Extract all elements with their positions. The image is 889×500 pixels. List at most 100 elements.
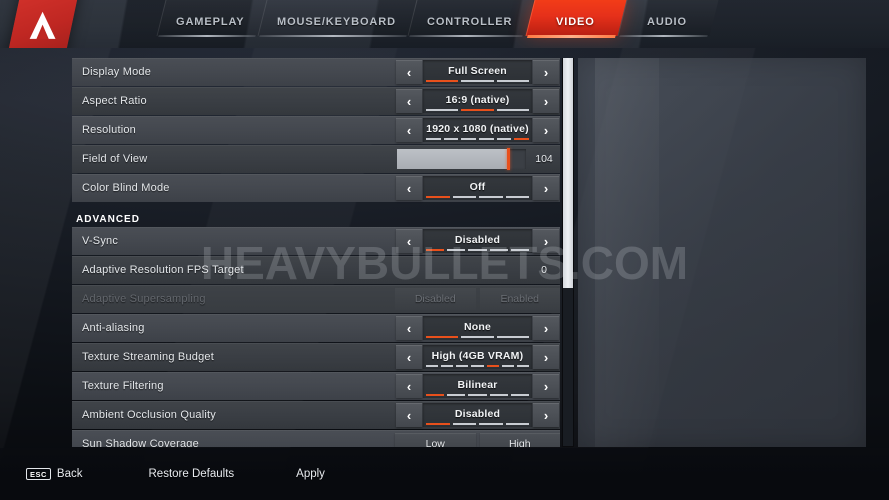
setting-row-field-of-view[interactable]: Field of View 104 — [72, 145, 560, 173]
texture-streaming-budget-value-box[interactable]: High (4GB VRAM) — [423, 345, 532, 369]
restore-defaults-button[interactable]: Restore Defaults — [149, 468, 235, 480]
color-blind-mode-prev-arrow-icon[interactable]: ‹ — [396, 176, 422, 200]
v-sync-control[interactable]: ‹ Disabled › — [395, 227, 560, 255]
ambient-occlusion-quality-value-box[interactable]: Disabled — [423, 403, 532, 427]
setting-row-adaptive-supersampling: Adaptive Supersampling Disabled Enabled — [72, 285, 560, 313]
setting-row-v-sync[interactable]: V-Sync ‹ Disabled › — [72, 227, 560, 255]
anti-aliasing-next-arrow-icon[interactable]: › — [533, 316, 559, 340]
setting-row-texture-filtering[interactable]: Texture Filtering ‹ Bilinear › — [72, 372, 560, 400]
resolution-control[interactable]: ‹ 1920 x 1080 (native) › — [395, 116, 560, 144]
ambient-occlusion-quality-next-arrow-icon[interactable]: › — [533, 403, 559, 427]
setting-row-color-blind-mode[interactable]: Color Blind Mode ‹ Off › — [72, 174, 560, 202]
ambient-occlusion-quality-prev-arrow-icon[interactable]: ‹ — [396, 403, 422, 427]
tab-audio[interactable]: AUDIO — [615, 0, 718, 44]
restore-defaults-label: Restore Defaults — [148, 468, 235, 480]
setting-label-display-mode: Display Mode — [82, 66, 152, 78]
anti-aliasing-value-box[interactable]: None — [423, 316, 532, 340]
texture-streaming-budget-prev-arrow-icon[interactable]: ‹ — [396, 345, 422, 369]
sun-shadow-coverage-toggle-group[interactable]: Low High — [395, 430, 560, 447]
setting-row-aspect-ratio[interactable]: Aspect Ratio ‹ 16:9 (native) › — [72, 87, 560, 115]
resolution-next-arrow-icon[interactable]: › — [533, 118, 559, 142]
setting-row-display-mode[interactable]: Display Mode ‹ Full Screen › — [72, 58, 560, 86]
settings-scrollbar-track[interactable] — [562, 58, 574, 447]
color-blind-mode-value: Off — [469, 180, 486, 193]
v-sync-prev-arrow-icon[interactable]: ‹ — [396, 229, 422, 253]
setting-row-texture-streaming-budget[interactable]: Texture Streaming Budget ‹ High (4GB VRA… — [72, 343, 560, 371]
aspect-ratio-control[interactable]: ‹ 16:9 (native) › — [395, 87, 560, 115]
adaptive-supersampling-option-disabled: Disabled — [395, 288, 476, 310]
field-of-view-value: 104 — [535, 153, 553, 165]
header-bar: GAMEPLAY MOUSE/KEYBOARD CONTROLLER VIDEO… — [0, 0, 889, 48]
video-settings-list: Display Mode ‹ Full Screen › Aspect Rati… — [72, 58, 560, 447]
footer-bar: ESC Back Restore Defaults Apply — [0, 448, 889, 500]
adaptive-supersampling-option-enabled: Enabled — [479, 288, 560, 310]
v-sync-segments — [426, 249, 530, 251]
display-mode-prev-arrow-icon[interactable]: ‹ — [396, 60, 422, 84]
sun-shadow-coverage-option-low[interactable]: Low — [395, 433, 476, 447]
anti-aliasing-value: None — [463, 320, 492, 333]
color-blind-mode-control[interactable]: ‹ Off › — [395, 174, 560, 202]
settings-tab-bar[interactable]: GAMEPLAY MOUSE/KEYBOARD CONTROLLER VIDEO… — [160, 0, 713, 48]
tab-video[interactable]: VIDEO — [523, 0, 626, 44]
anti-aliasing-prev-arrow-icon[interactable]: ‹ — [396, 316, 422, 340]
setting-label-color-blind-mode: Color Blind Mode — [82, 182, 170, 194]
v-sync-value-box[interactable]: Disabled — [423, 229, 532, 253]
tab-gameplay[interactable]: GAMEPLAY — [155, 0, 267, 44]
setting-label-texture-streaming-budget: Texture Streaming Budget — [82, 351, 214, 363]
setting-label-field-of-view: Field of View — [82, 153, 148, 165]
setting-label-v-sync: V-Sync — [82, 235, 119, 247]
field-of-view-slider[interactable] — [397, 148, 526, 170]
tab-controller-label: CONTROLLER — [427, 16, 513, 28]
settings-scrollbar-thumb[interactable] — [563, 58, 573, 288]
setting-row-sun-shadow-coverage[interactable]: Sun Shadow Coverage Low High — [72, 430, 560, 447]
color-blind-mode-value-box[interactable]: Off — [423, 176, 532, 200]
resolution-value-box[interactable]: 1920 x 1080 (native) — [423, 118, 532, 142]
v-sync-next-arrow-icon[interactable]: › — [533, 229, 559, 253]
aspect-ratio-prev-arrow-icon[interactable]: ‹ — [396, 89, 422, 113]
tab-mouse-keyboard[interactable]: MOUSE/KEYBOARD — [255, 0, 417, 44]
display-mode-next-arrow-icon[interactable]: › — [533, 60, 559, 84]
texture-streaming-budget-control[interactable]: ‹ High (4GB VRAM) › — [395, 343, 560, 371]
aspect-ratio-value-box[interactable]: 16:9 (native) — [423, 89, 532, 113]
apply-button-label: Apply — [296, 468, 325, 480]
setting-row-anti-aliasing[interactable]: Anti-aliasing ‹ None › — [72, 314, 560, 342]
adaptive-resolution-fps-control[interactable]: 0 — [395, 256, 560, 284]
setting-row-adaptive-resolution-fps-target[interactable]: Adaptive Resolution FPS Target 0 — [72, 256, 560, 284]
ambient-occlusion-quality-segments — [426, 423, 529, 425]
sun-shadow-coverage-option-high[interactable]: High — [479, 433, 560, 447]
display-mode-value-box[interactable]: Full Screen — [423, 60, 532, 84]
adaptive-resolution-fps-slider[interactable] — [397, 260, 526, 280]
display-mode-value: Full Screen — [448, 64, 507, 77]
texture-filtering-control[interactable]: ‹ Bilinear › — [395, 372, 560, 400]
display-mode-control[interactable]: ‹ Full Screen › — [395, 58, 560, 86]
ambient-occlusion-quality-control[interactable]: ‹ Disabled › — [395, 401, 560, 429]
setting-label-aspect-ratio: Aspect Ratio — [82, 95, 147, 107]
adaptive-resolution-fps-value: 0 — [541, 264, 547, 276]
aspect-ratio-segments — [426, 109, 529, 111]
section-header-advanced: ADVANCED — [76, 214, 140, 225]
field-of-view-slider-knob[interactable] — [506, 148, 510, 170]
apply-button[interactable]: Apply — [296, 468, 325, 480]
color-blind-mode-next-arrow-icon[interactable]: › — [533, 176, 559, 200]
adaptive-supersampling-toggle-group: Disabled Enabled — [395, 285, 560, 313]
setting-row-resolution[interactable]: Resolution ‹ 1920 x 1080 (native) › — [72, 116, 560, 144]
back-button[interactable]: ESC Back — [26, 468, 83, 480]
aspect-ratio-next-arrow-icon[interactable]: › — [533, 89, 559, 113]
setting-label-ambient-occlusion-quality: Ambient Occlusion Quality — [82, 409, 216, 421]
texture-streaming-budget-next-arrow-icon[interactable]: › — [533, 345, 559, 369]
texture-streaming-budget-segments — [426, 365, 529, 367]
anti-aliasing-control[interactable]: ‹ None › — [395, 314, 560, 342]
tab-controller[interactable]: CONTROLLER — [406, 0, 534, 44]
setting-label-adaptive-resolution-fps-target: Adaptive Resolution FPS Target — [82, 264, 244, 276]
setting-label-texture-filtering: Texture Filtering — [82, 380, 164, 392]
v-sync-value: Disabled — [454, 233, 501, 246]
texture-filtering-prev-arrow-icon[interactable]: ‹ — [396, 374, 422, 398]
setting-row-ambient-occlusion-quality[interactable]: Ambient Occlusion Quality ‹ Disabled › — [72, 401, 560, 429]
tab-audio-label: AUDIO — [646, 16, 687, 28]
field-of-view-control[interactable]: 104 — [395, 145, 560, 173]
tab-video-label: VIDEO — [555, 16, 595, 28]
texture-filtering-value-box[interactable]: Bilinear — [423, 374, 532, 398]
field-of-view-slider-fill — [397, 149, 508, 169]
texture-filtering-next-arrow-icon[interactable]: › — [533, 374, 559, 398]
resolution-prev-arrow-icon[interactable]: ‹ — [396, 118, 422, 142]
